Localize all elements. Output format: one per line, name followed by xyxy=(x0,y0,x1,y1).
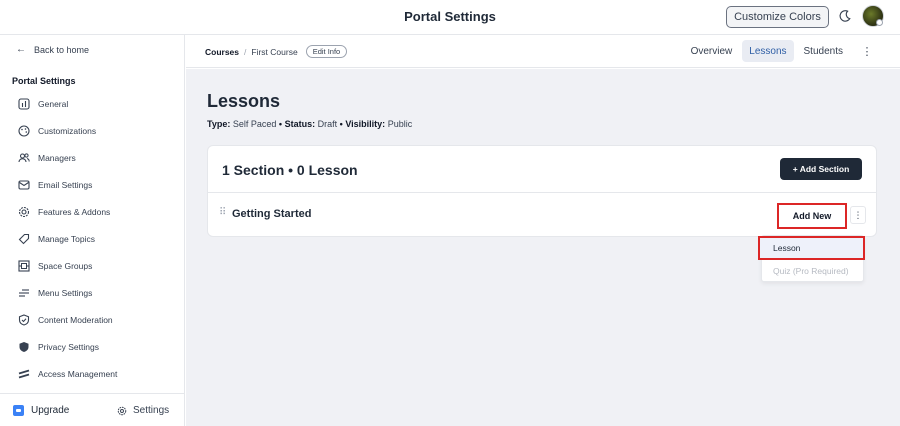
sidebar-item-label: Access Management xyxy=(38,368,118,379)
sidebar-item-general[interactable]: General xyxy=(0,90,185,117)
sidebar-item-managers[interactable]: Managers xyxy=(0,144,185,171)
section-more-icon[interactable]: ⋮ xyxy=(850,206,866,224)
main-content: Lessons Type: Self Paced • Status: Draft… xyxy=(186,69,900,426)
tab-lessons[interactable]: Lessons xyxy=(742,40,794,62)
tab-overview[interactable]: Overview xyxy=(684,40,740,62)
palette-icon xyxy=(18,124,30,137)
tab-students[interactable]: Students xyxy=(797,40,850,62)
menu-lines-icon xyxy=(18,287,30,299)
sidebar-item-email-settings[interactable]: Email Settings xyxy=(0,171,185,198)
settings-label: Settings xyxy=(133,405,170,416)
sidebar-heading: Portal Settings xyxy=(12,76,76,86)
upgrade-label: Upgrade xyxy=(31,405,70,416)
dropdown-item-lesson[interactable]: Lesson xyxy=(758,236,865,260)
customize-colors-button[interactable]: Customize Colors xyxy=(726,6,829,28)
sidebar-item-space-groups[interactable]: Space Groups xyxy=(0,252,185,279)
avatar-status-icon xyxy=(876,19,883,26)
sidebar-item-label: Privacy Settings xyxy=(38,341,99,352)
lines-slant-icon xyxy=(18,368,30,380)
edit-info-button[interactable]: Edit Info xyxy=(305,45,348,58)
mail-icon xyxy=(18,179,30,191)
sidebar-menu: General Customizations Managers Email Se… xyxy=(0,90,185,387)
sidebar-item-content-moderation[interactable]: Content Moderation xyxy=(0,306,185,333)
top-bar: Portal Settings Customize Colors xyxy=(0,0,900,35)
shield-check-icon xyxy=(18,313,30,326)
breadcrumb-courses[interactable]: Courses xyxy=(205,47,239,57)
drag-handle-icon[interactable]: ⠿ xyxy=(219,207,226,218)
section-row: ⠿ Getting Started Add New ⋮ xyxy=(208,193,876,238)
sections-card: 1 Section • 0 Lesson + Add Section ⠿ Get… xyxy=(207,145,877,237)
meta-visibility-label: Visibility: xyxy=(345,119,386,129)
info-square-icon xyxy=(18,97,30,110)
users-icon xyxy=(18,152,30,164)
sidebar-item-features-addons[interactable]: Features & Addons xyxy=(0,198,185,225)
sidebar-item-label: Manage Topics xyxy=(38,233,96,244)
gear-icon xyxy=(117,406,127,415)
meta-status-label: Status: xyxy=(284,119,316,129)
page-title: Lessons xyxy=(207,91,281,111)
sidebar-item-label: Content Moderation xyxy=(38,314,113,325)
course-header-bar: Courses / First Course Edit Info Overvie… xyxy=(186,35,900,68)
meta-type-label: Type: xyxy=(207,119,231,129)
shield-fill-icon xyxy=(18,341,30,353)
sections-card-header: 1 Section • 0 Lesson + Add Section xyxy=(208,146,876,193)
sidebar-item-label: Menu Settings xyxy=(38,287,93,298)
add-section-button[interactable]: + Add Section xyxy=(780,158,862,180)
meta-bullet: • xyxy=(278,119,283,129)
moon-icon[interactable] xyxy=(838,9,852,23)
meta-type-value: Self Paced xyxy=(232,119,277,129)
sidebar-item-label: Email Settings xyxy=(38,179,93,190)
meta-bullet: • xyxy=(339,119,343,129)
sidebar-item-label: Managers xyxy=(38,152,76,163)
breadcrumb: Courses / First Course Edit Info xyxy=(205,45,348,58)
sidebar: ← Back to home Portal Settings General C… xyxy=(0,35,185,426)
add-new-dropdown: Lesson Quiz (Pro Required) xyxy=(758,235,865,282)
course-tabs: Overview Lessons Students ⋮ xyxy=(681,40,900,62)
course-meta: Type: Self Paced • Status: Draft • Visib… xyxy=(207,119,412,129)
breadcrumb-separator: / xyxy=(244,46,247,57)
sidebar-item-manage-topics[interactable]: Manage Topics xyxy=(0,225,185,252)
sidebar-item-privacy-settings[interactable]: Privacy Settings xyxy=(0,333,185,360)
meta-visibility-value: Public xyxy=(387,119,413,129)
add-new-button[interactable]: Add New xyxy=(777,203,847,229)
sidebar-item-label: Customizations xyxy=(38,125,97,136)
arrow-left-icon: ← xyxy=(16,44,26,55)
sidebar-item-label: Features & Addons xyxy=(38,206,111,217)
sidebar-item-customizations[interactable]: Customizations xyxy=(0,117,185,144)
settings-button[interactable]: Settings xyxy=(117,405,169,416)
grid-icon xyxy=(18,259,30,272)
upgrade-icon xyxy=(13,405,24,416)
upgrade-button[interactable]: Upgrade xyxy=(13,405,69,416)
tag-icon xyxy=(18,233,30,245)
back-to-home-link[interactable]: ← Back to home xyxy=(16,44,89,55)
sidebar-item-menu-settings[interactable]: Menu Settings xyxy=(0,279,185,306)
gear-chip-icon xyxy=(18,206,30,218)
more-options-icon[interactable]: ⋮ xyxy=(856,45,878,58)
sidebar-item-access-management[interactable]: Access Management xyxy=(0,360,185,387)
sidebar-item-label: General xyxy=(38,98,69,109)
dropdown-item-quiz: Quiz (Pro Required) xyxy=(773,266,849,276)
back-to-home-label: Back to home xyxy=(34,44,90,55)
sections-summary: 1 Section • 0 Lesson xyxy=(222,162,358,178)
section-title: Getting Started xyxy=(232,208,312,220)
sidebar-footer: Upgrade Settings xyxy=(0,393,185,426)
sidebar-item-label: Space Groups xyxy=(38,260,93,271)
meta-status-value: Draft xyxy=(317,119,338,129)
breadcrumb-course: First Course xyxy=(251,46,298,57)
